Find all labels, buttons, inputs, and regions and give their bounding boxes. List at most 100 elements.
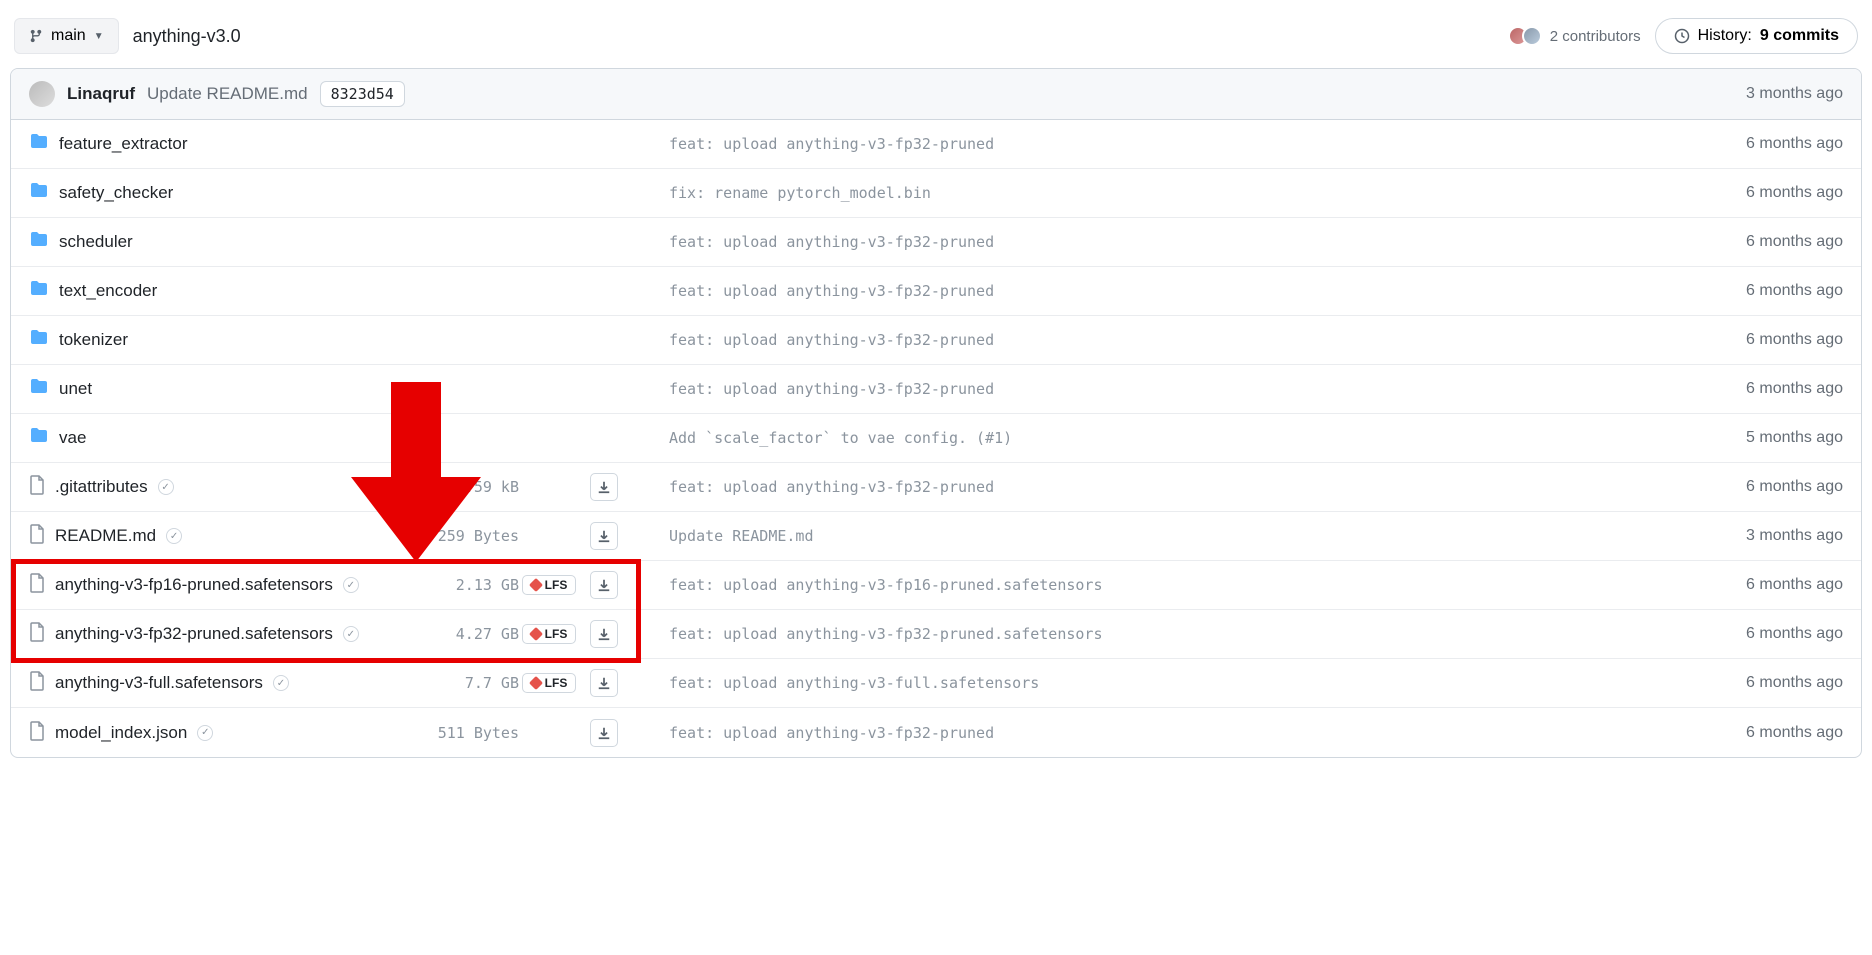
top-bar: main ▼ anything-v3.0 2 contributors Hist… (10, 10, 1862, 68)
file-name-link[interactable]: unet (59, 379, 92, 399)
folder-icon (29, 427, 49, 449)
file-size: 4.27 GB (409, 625, 519, 643)
download-icon (597, 578, 611, 592)
history-button[interactable]: History: 9 commits (1655, 18, 1858, 54)
file-commit-message[interactable]: feat: upload anything-v3-full.safetensor… (629, 674, 1693, 692)
lfs-cell: LFS (519, 673, 579, 693)
verified-badge-icon[interactable]: ✓ (343, 626, 359, 642)
file-commit-age: 6 months ago (1693, 674, 1843, 692)
file-icon (29, 524, 45, 548)
download-button[interactable] (590, 669, 618, 697)
file-row: .gitattributes✓1.59 kBfeat: upload anyth… (11, 463, 1861, 512)
file-commit-message[interactable]: feat: upload anything-v3-fp16-pruned.saf… (629, 576, 1693, 594)
file-name-cell: vae (29, 427, 409, 449)
file-icon (29, 671, 45, 695)
file-commit-message[interactable]: feat: upload anything-v3-fp32-pruned.saf… (629, 625, 1693, 643)
file-commit-age: 6 months ago (1693, 135, 1843, 153)
file-size: 511 Bytes (409, 724, 519, 742)
file-commit-message[interactable]: feat: upload anything-v3-fp32-pruned (629, 282, 1693, 300)
file-name-link[interactable]: anything-v3-fp16-pruned.safetensors (55, 575, 333, 595)
history-count: 9 commits (1760, 27, 1839, 45)
download-button[interactable] (590, 620, 618, 648)
download-button[interactable] (590, 522, 618, 550)
verified-badge-icon[interactable]: ✓ (197, 725, 213, 741)
file-commit-message[interactable]: feat: upload anything-v3-fp32-pruned (629, 724, 1693, 742)
download-cell (579, 719, 629, 747)
lfs-label: LFS (545, 578, 568, 592)
file-commit-message[interactable]: feat: upload anything-v3-fp32-pruned (629, 233, 1693, 251)
download-button[interactable] (590, 571, 618, 599)
file-icon (29, 475, 45, 499)
file-commit-message[interactable]: feat: upload anything-v3-fp32-pruned (629, 135, 1693, 153)
lfs-badge[interactable]: LFS (522, 575, 577, 595)
file-size: 7.7 GB (409, 674, 519, 692)
lfs-badge[interactable]: LFS (522, 673, 577, 693)
download-button[interactable] (590, 719, 618, 747)
download-icon (597, 676, 611, 690)
file-row: scheduler feat: upload anything-v3-fp32-p… (11, 218, 1861, 267)
file-commit-message[interactable]: feat: upload anything-v3-fp32-pruned (629, 331, 1693, 349)
file-name-link[interactable]: safety_checker (59, 183, 173, 203)
file-commit-message[interactable]: feat: upload anything-v3-fp32-pruned (629, 380, 1693, 398)
commit-author-avatar[interactable] (29, 81, 55, 107)
file-commit-message[interactable]: Add `scale_factor` to vae config. (#1) (629, 429, 1693, 447)
file-name-link[interactable]: scheduler (59, 232, 133, 252)
breadcrumb-repo[interactable]: anything-v3.0 (133, 26, 241, 47)
verified-badge-icon[interactable]: ✓ (166, 528, 182, 544)
verified-badge-icon[interactable]: ✓ (273, 675, 289, 691)
file-commit-age: 6 months ago (1693, 233, 1843, 251)
history-label: History: (1698, 27, 1752, 45)
download-icon (597, 480, 611, 494)
download-cell (579, 620, 629, 648)
contributors-count: 2 contributors (1550, 28, 1641, 45)
file-name-cell: model_index.json ✓ (29, 721, 409, 745)
lfs-badge[interactable]: LFS (522, 624, 577, 644)
file-row: feature_extractor feat: upload anything-v… (11, 120, 1861, 169)
file-row: safety_checker fix: rename pytorch_model.… (11, 169, 1861, 218)
file-commit-age: 6 months ago (1693, 184, 1843, 202)
file-name-link[interactable]: README.md (55, 526, 156, 546)
file-commit-age: 5 months ago (1693, 429, 1843, 447)
file-commit-message[interactable]: Update README.md (629, 527, 1693, 545)
download-button[interactable] (590, 473, 618, 501)
lfs-label: LFS (545, 676, 568, 690)
avatar (1522, 26, 1542, 46)
file-commit-age: 6 months ago (1693, 331, 1843, 349)
download-cell (579, 669, 629, 697)
file-name-link[interactable]: anything-v3-fp32-pruned.safetensors (55, 624, 333, 644)
file-name-link[interactable]: model_index.json (55, 723, 187, 743)
file-commit-age: 6 months ago (1693, 625, 1843, 643)
commit-sha[interactable]: 8323d54 (320, 81, 405, 107)
latest-commit-row: Linaqruf Update README.md 8323d54 3 mont… (11, 69, 1861, 120)
download-cell (579, 522, 629, 550)
file-name-link[interactable]: text_encoder (59, 281, 157, 301)
file-name-link[interactable]: .gitattributes (55, 477, 148, 497)
file-commit-age: 6 months ago (1693, 282, 1843, 300)
file-name-link[interactable]: anything-v3-full.safetensors (55, 673, 263, 693)
commit-message[interactable]: Update README.md (147, 84, 308, 104)
lfs-label: LFS (545, 627, 568, 641)
contributors-link[interactable]: 2 contributors (1514, 26, 1641, 46)
file-name-link[interactable]: feature_extractor (59, 134, 188, 154)
file-name-cell: anything-v3-fp32-pruned.safetensors ✓ (29, 622, 409, 646)
file-icon (29, 622, 45, 646)
verified-badge-icon[interactable]: ✓ (158, 479, 174, 495)
file-size: 259 Bytes (409, 527, 519, 545)
file-commit-message[interactable]: fix: rename pytorch_model.bin (629, 184, 1693, 202)
file-row: unet feat: upload anything-v3-fp32-pruned… (11, 365, 1861, 414)
file-name-link[interactable]: vae (59, 428, 86, 448)
file-name-cell: .gitattributes ✓ (29, 475, 409, 499)
file-name-link[interactable]: tokenizer (59, 330, 128, 350)
file-listing-box: Linaqruf Update README.md 8323d54 3 mont… (10, 68, 1862, 758)
contributor-avatars (1514, 26, 1542, 46)
commit-author[interactable]: Linaqruf (67, 84, 135, 104)
file-icon (29, 573, 45, 597)
file-commit-age: 6 months ago (1693, 576, 1843, 594)
folder-icon (29, 182, 49, 204)
file-commit-age: 3 months ago (1693, 527, 1843, 545)
verified-badge-icon[interactable]: ✓ (343, 577, 359, 593)
file-icon (29, 721, 45, 745)
file-row: anything-v3-fp16-pruned.safetensors✓2.13… (11, 561, 1861, 610)
branch-selector[interactable]: main ▼ (14, 18, 119, 54)
file-commit-message[interactable]: feat: upload anything-v3-fp32-pruned (629, 478, 1693, 496)
